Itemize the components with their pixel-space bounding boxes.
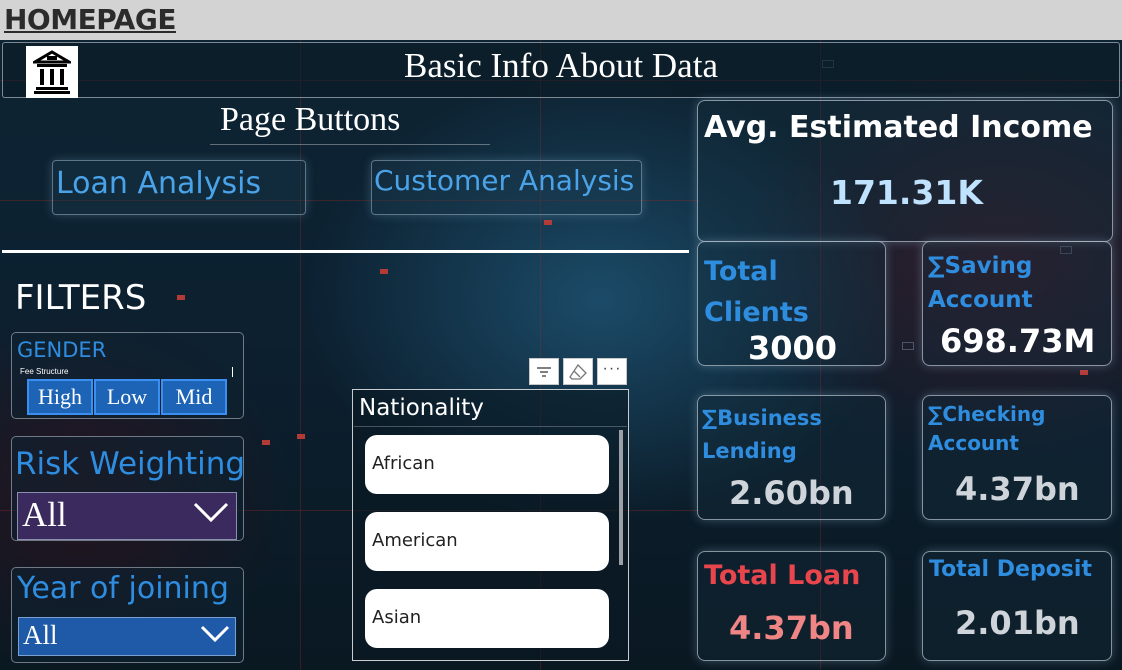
background-dot — [380, 269, 388, 274]
total-deposit-label: Total Deposit — [929, 557, 1092, 582]
gender-option-high[interactable]: High — [27, 379, 93, 415]
chevron-down-icon[interactable] — [200, 624, 230, 649]
total-loan-value: 4.37bn — [729, 609, 854, 647]
more-dots: ··· — [602, 359, 622, 377]
top-bar: HOMEPAGE — [0, 0, 1122, 40]
nationality-scrollbar[interactable] — [619, 430, 623, 565]
text-cursor — [232, 367, 233, 377]
background-dot — [297, 434, 305, 439]
nationality-title: Nationality — [359, 395, 484, 421]
nationality-item-asian[interactable]: Asian — [365, 589, 609, 648]
nationality-header-rule — [354, 426, 627, 427]
page-title: HOMEPAGE — [4, 3, 176, 36]
background-dot — [544, 220, 552, 225]
total-loan-label: Total Loan — [704, 560, 861, 591]
year-of-joining-selected: All — [23, 620, 58, 650]
gender-option-mid[interactable]: Mid — [161, 379, 227, 415]
risk-weighting-label: Risk Weighting — [15, 446, 246, 482]
year-of-joining-label: Year of joining — [17, 571, 229, 606]
title-underline — [210, 144, 490, 145]
eraser-icon[interactable] — [563, 358, 593, 385]
nationality-item-american[interactable]: American — [365, 512, 609, 571]
gender-option-low[interactable]: Low — [94, 379, 160, 415]
background-dot — [262, 440, 270, 445]
background-dot — [1080, 370, 1088, 375]
background-dot — [177, 295, 185, 300]
avg-income-label: Avg. Estimated Income — [704, 110, 1093, 145]
background-marker — [902, 342, 914, 350]
checking-account-value: 4.37bn — [955, 470, 1080, 508]
customer-analysis-button[interactable]: Customer Analysis — [371, 160, 642, 215]
nationality-item-african[interactable]: African — [365, 435, 609, 494]
filters-title: FILTERS — [15, 278, 147, 318]
saving-account-label: ∑Saving Account — [928, 253, 1033, 313]
more-options-icon[interactable]: ··· — [597, 358, 627, 385]
gender-slicer-label: GENDER — [17, 338, 107, 362]
page-buttons-title: Page Buttons — [220, 101, 401, 138]
chevron-down-icon[interactable] — [192, 500, 230, 529]
total-clients-value: 3000 — [748, 329, 838, 367]
loan-analysis-button[interactable]: Loan Analysis — [52, 160, 306, 215]
total-clients-label: Total Clients — [704, 256, 809, 328]
section-divider — [2, 250, 689, 253]
gender-slicer-sublabel: Fee Structure — [20, 367, 69, 376]
checking-account-label: ∑Checking Account — [928, 402, 1046, 455]
business-lending-value: 2.60bn — [729, 474, 854, 512]
saving-account-value: 698.73M — [940, 322, 1096, 360]
banner-title: Basic Info About Data — [404, 46, 718, 85]
filter-icon[interactable] — [529, 358, 559, 385]
avg-income-value: 171.31K — [830, 173, 983, 212]
total-deposit-value: 2.01bn — [955, 604, 1080, 642]
business-lending-label: ∑Business Lending — [702, 406, 822, 463]
risk-weighting-selected: All — [22, 495, 67, 534]
